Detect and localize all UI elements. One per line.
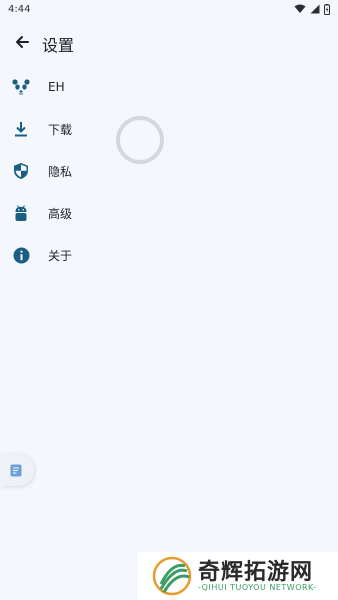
info-icon: [12, 246, 30, 264]
menu-item-label: 高级: [48, 206, 73, 221]
menu-item-label: 下载: [48, 122, 73, 137]
wifi-icon: [294, 4, 306, 13]
arrow-left-icon: [16, 36, 29, 48]
menu-item-eh[interactable]: EH: [0, 66, 338, 108]
status-time: 4:44: [8, 3, 31, 15]
menu-item-label: 隐私: [48, 164, 73, 179]
panda-icon: [12, 78, 30, 96]
menu-item-label: 关于: [48, 248, 73, 263]
signal-icon: [310, 4, 320, 14]
menu-item-about[interactable]: 关于: [0, 234, 338, 276]
menu-item-advanced[interactable]: 高级: [0, 192, 338, 234]
shield-icon: [12, 162, 30, 180]
battery-icon: [324, 3, 330, 15]
menu-item-download[interactable]: 下载: [0, 108, 338, 150]
menu-item-privacy[interactable]: 隐私: [0, 150, 338, 192]
download-icon: [12, 120, 30, 138]
android-icon: [12, 204, 30, 222]
note-icon: [10, 464, 22, 476]
page-title: 设置: [42, 36, 75, 55]
watermark-subtitle: -QIHUI TUOYOU NETWORK-: [198, 583, 317, 592]
back-button[interactable]: [8, 28, 36, 56]
app-bar: 设置: [0, 24, 338, 60]
watermark-title: 奇辉拓游网: [198, 560, 314, 585]
settings-menu: EH 下载 隐私 高级 关于: [0, 66, 338, 276]
loading-spinner: [116, 116, 164, 164]
watermark: 奇辉拓游网 -QIHUI TUOYOU NETWORK-: [138, 552, 338, 600]
menu-item-label: EH: [48, 80, 65, 94]
status-bar: 4:44: [0, 0, 338, 18]
floating-side-button[interactable]: [0, 454, 34, 486]
status-icons: [294, 3, 330, 15]
watermark-logo-icon: [152, 556, 192, 596]
